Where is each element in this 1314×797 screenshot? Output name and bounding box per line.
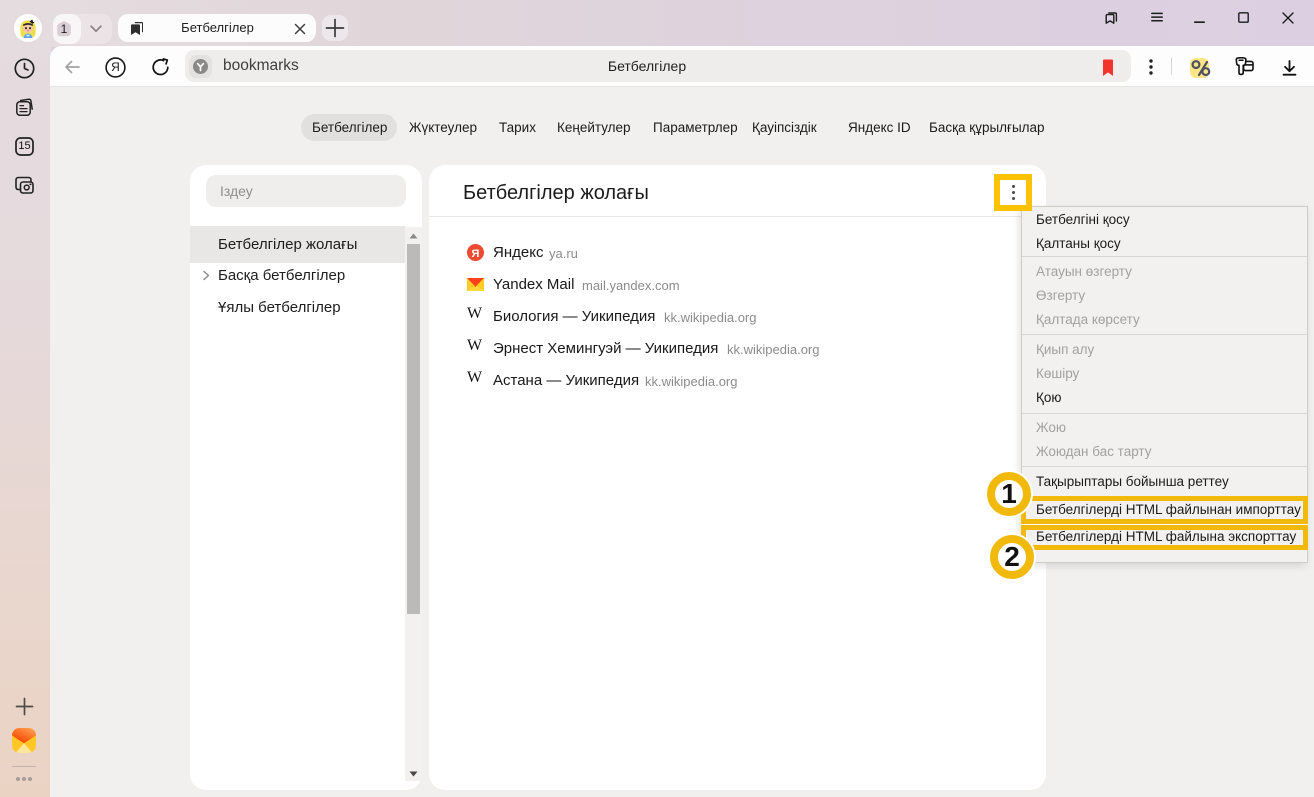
svg-text:Я: Я	[472, 248, 480, 260]
